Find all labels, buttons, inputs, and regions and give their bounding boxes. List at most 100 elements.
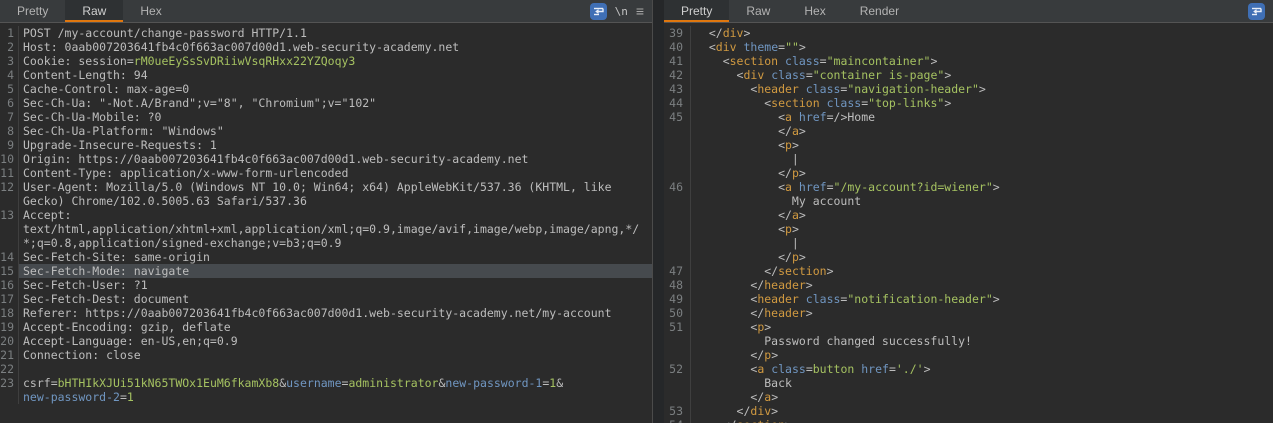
code-line: 4Content-Length: 94 [0, 68, 652, 82]
code-line: 40 <div theme=""> [664, 40, 1273, 54]
line-number: 5 [0, 82, 19, 96]
line-number [664, 124, 691, 138]
code-line: </p> [664, 348, 1273, 362]
word-wrap-icon[interactable] [1248, 3, 1265, 20]
tab-raw[interactable]: Raw [65, 0, 123, 22]
line-number: 2 [0, 40, 19, 54]
code-line: 12User-Agent: Mozilla/5.0 (Windows NT 10… [0, 180, 652, 194]
line-number: 20 [0, 334, 19, 348]
code-line: 52 <a class=button href='./'> [664, 362, 1273, 376]
code-line: *;q=0.8,application/signed-exchange;v=b3… [0, 236, 652, 250]
code-line: </a> [664, 124, 1273, 138]
code-line: 51 <p> [664, 320, 1273, 334]
response-tabs: PrettyRawHexRender [664, 0, 916, 22]
response-tabbar-icons [1248, 0, 1273, 22]
line-number: 49 [664, 292, 691, 306]
line-number: 53 [664, 404, 691, 418]
request-panel: PrettyRawHex \n ≡ 1POST /my-account/chan… [0, 0, 653, 423]
line-number: 46 [664, 180, 691, 194]
line-number: 50 [664, 306, 691, 320]
code-text: <p> [691, 138, 1273, 152]
request-tabs: PrettyRawHex [0, 0, 179, 22]
code-text: <section class="top-links"> [691, 96, 1273, 110]
line-number: 3 [0, 54, 19, 68]
panel-divider[interactable] [653, 0, 664, 423]
code-text: User-Agent: Mozilla/5.0 (Windows NT 10.0… [19, 180, 652, 194]
line-number: 18 [0, 306, 19, 320]
line-number: 11 [0, 166, 19, 180]
tab-render[interactable]: Render [843, 0, 916, 22]
line-number: 44 [664, 96, 691, 110]
code-text: </section> [691, 418, 1273, 423]
code-line: 42 <div class="container is-page"> [664, 68, 1273, 82]
code-text: <a class=button href='./'> [691, 362, 1273, 376]
line-number: 7 [0, 110, 19, 124]
code-line: 48 </header> [664, 278, 1273, 292]
code-line: 44 <section class="top-links"> [664, 96, 1273, 110]
code-text: </a> [691, 390, 1273, 404]
line-number [0, 390, 19, 404]
line-number: 19 [0, 320, 19, 334]
code-text: Content-Length: 94 [19, 68, 652, 82]
line-number [664, 376, 691, 390]
code-text: Sec-Ch-Ua-Platform: "Windows" [19, 124, 652, 138]
code-text: <div theme=""> [691, 40, 1273, 54]
code-text: new-password-2=1 [19, 390, 652, 404]
request-editor[interactable]: 1POST /my-account/change-password HTTP/1… [0, 23, 652, 423]
editor-menu-icon[interactable]: ≡ [636, 0, 644, 22]
code-line: 18Referer: https://0aab007203641fb4c0f66… [0, 306, 652, 320]
tab-raw[interactable]: Raw [729, 0, 787, 22]
code-line: </p> [664, 250, 1273, 264]
code-text: *;q=0.8,application/signed-exchange;v=b3… [19, 236, 652, 250]
code-text: </section> [691, 264, 1273, 278]
line-number [664, 334, 691, 348]
code-line: 46 <a href="/my-account?id=wiener"> [664, 180, 1273, 194]
code-line: 45 <a href=/>Home [664, 110, 1273, 124]
show-newlines-icon[interactable]: \n [615, 5, 628, 18]
code-line: 15Sec-Fetch-Mode: navigate [0, 264, 652, 278]
line-number: 43 [664, 82, 691, 96]
code-text: Connection: close [19, 348, 652, 362]
code-line: 16Sec-Fetch-User: ?1 [0, 278, 652, 292]
code-text: Sec-Fetch-User: ?1 [19, 278, 652, 292]
line-number: 54 [664, 418, 691, 423]
code-text: <section class="maincontainer"> [691, 54, 1273, 68]
code-text: </a> [691, 124, 1273, 138]
request-tabbar: PrettyRawHex \n ≡ [0, 0, 652, 23]
tabbar-spacer [179, 0, 590, 22]
line-number: 15 [0, 264, 19, 278]
code-line: </a> [664, 208, 1273, 222]
code-text: | [691, 152, 1273, 166]
code-line: 54 </section> [664, 418, 1273, 423]
line-number: 17 [0, 292, 19, 306]
code-text: POST /my-account/change-password HTTP/1.… [19, 26, 652, 40]
line-number: 23 [0, 376, 19, 390]
response-editor[interactable]: 39 </div>40 <div theme="">41 <section cl… [664, 23, 1273, 423]
message-editor-split-view: PrettyRawHex \n ≡ 1POST /my-account/chan… [0, 0, 1273, 423]
code-line: text/html,application/xhtml+xml,applicat… [0, 222, 652, 236]
code-line: new-password-2=1 [0, 390, 652, 404]
line-number [664, 348, 691, 362]
line-number [664, 222, 691, 236]
line-number [664, 250, 691, 264]
code-line: 7Sec-Ch-Ua-Mobile: ?0 [0, 110, 652, 124]
tab-pretty[interactable]: Pretty [0, 0, 65, 22]
tab-pretty[interactable]: Pretty [664, 0, 729, 22]
code-text: Accept-Encoding: gzip, deflate [19, 320, 652, 334]
word-wrap-icon[interactable] [590, 3, 607, 20]
code-text: Host: 0aab007203641fb4c0f663ac007d00d1.w… [19, 40, 652, 54]
code-line: 5Cache-Control: max-age=0 [0, 82, 652, 96]
line-number [664, 138, 691, 152]
response-panel: PrettyRawHexRender 39 </div>40 <div them… [664, 0, 1273, 423]
tab-hex[interactable]: Hex [787, 0, 842, 22]
code-line: 39 </div> [664, 26, 1273, 40]
code-text: text/html,application/xhtml+xml,applicat… [19, 222, 652, 236]
code-line: Back [664, 376, 1273, 390]
code-text: Back [691, 376, 1273, 390]
code-text: Accept: [19, 208, 652, 222]
line-number: 51 [664, 320, 691, 334]
code-line: My account [664, 194, 1273, 208]
code-line: 43 <header class="navigation-header"> [664, 82, 1273, 96]
line-number: 14 [0, 250, 19, 264]
tab-hex[interactable]: Hex [123, 0, 178, 22]
